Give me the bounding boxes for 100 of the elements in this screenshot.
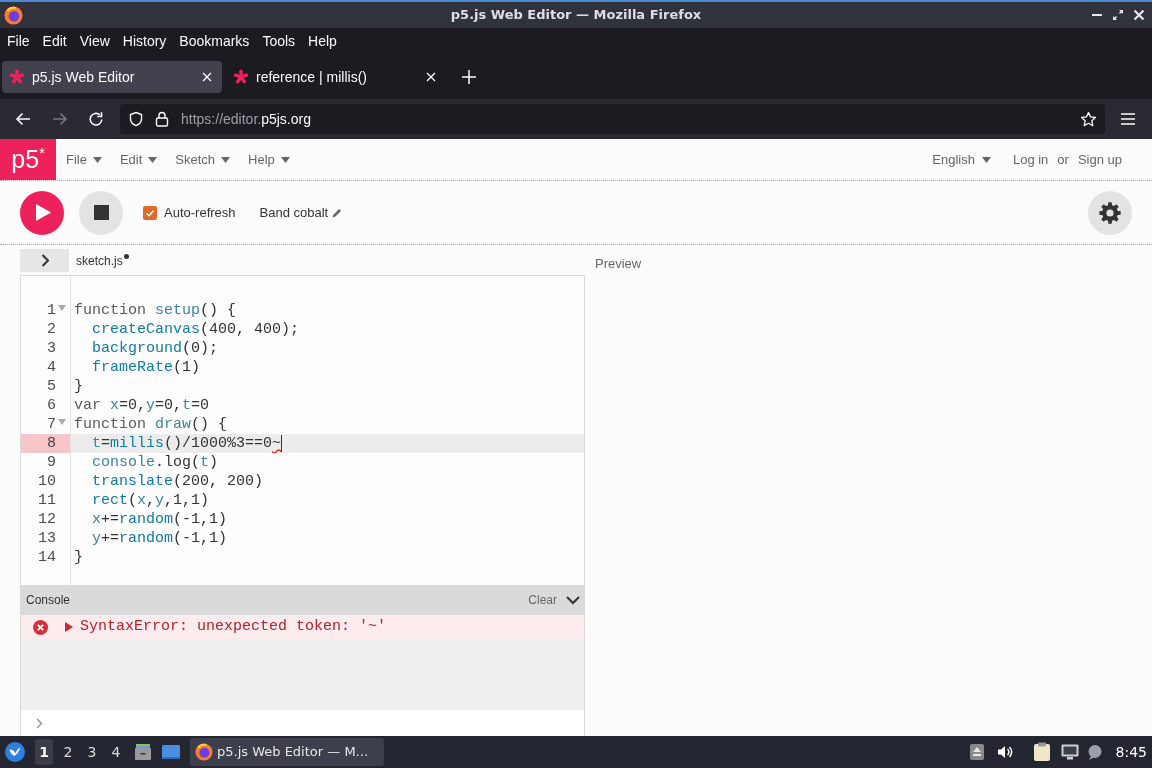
taskbar-window-button[interactable]: p5.js Web Editor — M…: [190, 738, 384, 766]
menu-item[interactable]: History: [122, 31, 167, 52]
code-line: }: [74, 377, 83, 396]
line-number: 7: [46, 415, 57, 434]
menu-item[interactable]: Help: [308, 31, 337, 52]
window-title: p5.js Web Editor — Mozilla Firefox: [450, 6, 702, 25]
play-icon: [36, 204, 51, 221]
reload-icon[interactable]: [88, 111, 104, 127]
play-button[interactable]: [20, 190, 64, 235]
window-icon[interactable]: [162, 743, 180, 761]
code-line: t=millis()/1000%3==0~: [92, 434, 282, 453]
asterisk-icon: [233, 69, 249, 85]
workspace-button[interactable]: 4: [107, 739, 125, 765]
url-field[interactable]: https://editor.p5js.org: [120, 104, 1105, 134]
sidebar-toggle-button[interactable]: [20, 249, 69, 272]
line-number: 14: [37, 548, 57, 567]
menu-button[interactable]: File: [66, 149, 102, 170]
stop-icon: [93, 205, 109, 220]
checkbox[interactable]: [143, 205, 157, 220]
launcher-icon[interactable]: [5, 742, 25, 762]
file-tab[interactable]: sketch.js: [76, 251, 123, 270]
chevron-down-icon[interactable]: [566, 595, 580, 605]
caret-icon: [92, 156, 102, 163]
menu-button[interactable]: Help: [248, 149, 290, 170]
line-number: 1: [46, 301, 57, 320]
line-number: 13: [37, 529, 57, 548]
pencil-icon[interactable]: [332, 207, 343, 218]
error-icon: [33, 619, 48, 635]
line-number: 6: [46, 396, 57, 415]
line-number: 8: [21, 434, 70, 453]
caret-icon: [221, 156, 231, 163]
browser-logo-icon: [195, 743, 213, 761]
code-line: }: [74, 548, 83, 567]
language-button[interactable]: English: [932, 149, 991, 170]
logo[interactable]: p5$^{*}$: [0, 139, 56, 180]
sketch-name[interactable]: Band cobalt: [259, 202, 329, 223]
caret-icon: [981, 156, 991, 163]
shield-icon[interactable]: [128, 111, 144, 127]
menu-item[interactable]: Bookmarks: [179, 31, 250, 52]
signup-link[interactable]: Sign up: [1077, 149, 1122, 170]
browser-tab[interactable]: p5.js Web Editor: [2, 61, 222, 93]
line-number: 4: [46, 358, 57, 377]
eject-icon[interactable]: [968, 743, 985, 761]
workspace-button[interactable]: 3: [83, 739, 101, 765]
menu-item[interactable]: Edit: [42, 31, 67, 52]
code-line: x+=random(-1,1): [92, 510, 228, 529]
maximize-icon[interactable]: [1112, 9, 1124, 21]
console-message-text: SyntaxError: unexpected token: '~': [80, 616, 387, 637]
volume-icon[interactable]: [996, 744, 1013, 760]
clear-button[interactable]: Clear: [528, 591, 557, 609]
line-number: 3: [46, 339, 57, 358]
clipboard-icon[interactable]: [1032, 742, 1051, 762]
console-title: Console: [26, 592, 71, 609]
code-line: frameRate(1): [92, 358, 201, 377]
taskbar-window-title: p5.js Web Editor — M…: [217, 743, 369, 762]
line-number: 11: [37, 491, 57, 510]
console-input[interactable]: [21, 710, 584, 736]
gear-icon: [1099, 201, 1121, 224]
menu-item[interactable]: View: [79, 31, 110, 52]
menu-button[interactable]: Sketch: [175, 149, 231, 170]
chevron-right-icon: [40, 254, 49, 267]
bookmark-star-icon[interactable]: [1080, 110, 1097, 128]
line-number: 2: [46, 320, 57, 339]
asterisk-icon: [9, 69, 25, 85]
menu-icon[interactable]: [1120, 112, 1136, 126]
code-line: y+=random(-1,1): [92, 529, 228, 548]
speech-bubble-icon[interactable]: [1086, 744, 1103, 760]
line-number: 12: [37, 510, 57, 529]
back-arrow-icon[interactable]: [15, 111, 31, 127]
code-line: createCanvas(400, 400);: [92, 320, 300, 339]
code-line: background(0);: [92, 339, 219, 358]
line-number: 10: [37, 472, 57, 491]
code-line: rect(x,y,1,1): [92, 491, 210, 510]
or-text: or: [1057, 150, 1069, 169]
prompt-chevron-icon: [36, 717, 43, 729]
login-link[interactable]: Log in: [1012, 149, 1049, 170]
code-line: translate(200, 200): [92, 472, 264, 491]
caret-icon: [280, 156, 290, 163]
checkbox-label: Auto-refresh: [164, 203, 236, 222]
url-text: https://editor.p5js.org: [181, 109, 311, 129]
code-line: var x=0,y=0,t=0: [74, 396, 210, 415]
close-icon[interactable]: [1133, 9, 1145, 21]
stop-button[interactable]: [79, 190, 123, 235]
code-line: function setup() {: [74, 301, 237, 320]
browser-tab[interactable]: reference | millis(): [226, 61, 446, 93]
preview-label: Preview: [595, 256, 642, 271]
code-line: function draw() {: [74, 415, 228, 434]
workspace-button[interactable]: 1: [35, 739, 53, 765]
menu-item[interactable]: File: [7, 31, 30, 52]
monitor-icon[interactable]: [1060, 744, 1079, 760]
menu-item[interactable]: Tools: [262, 31, 296, 52]
menu-button[interactable]: Edit: [119, 149, 158, 170]
settings-button[interactable]: [1088, 190, 1132, 235]
clock: 8:45: [1115, 742, 1147, 762]
lock-icon[interactable]: [155, 111, 169, 127]
file-cabinet-icon[interactable]: [134, 743, 152, 761]
line-number: 5: [46, 377, 57, 396]
plus-icon[interactable]: [462, 70, 476, 84]
expand-triangle-icon[interactable]: [65, 622, 73, 632]
workspace-button[interactable]: 2: [59, 739, 77, 765]
